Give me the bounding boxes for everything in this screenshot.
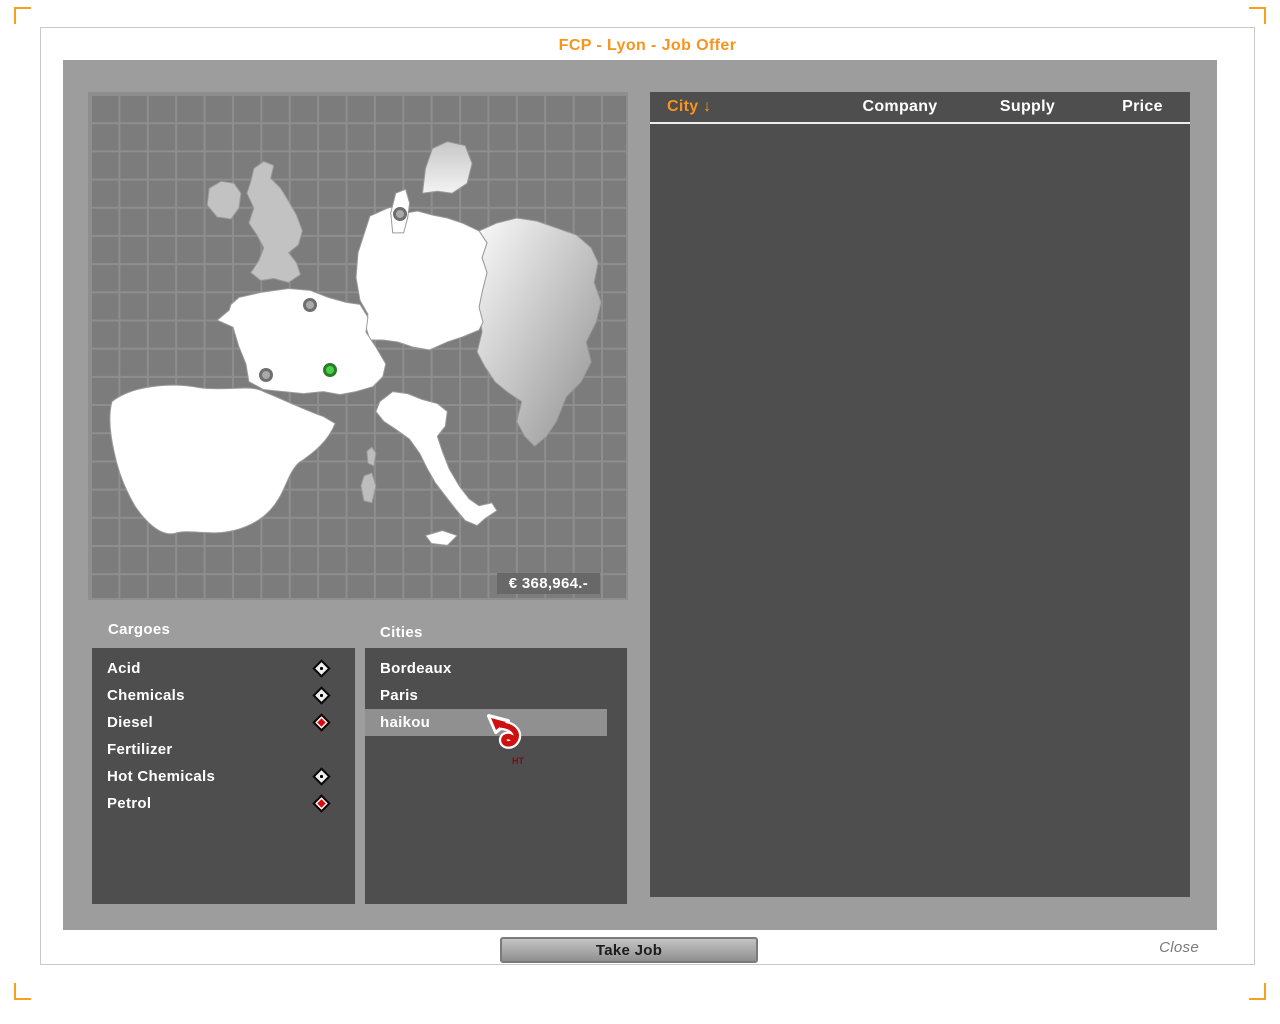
- europe-map-svg: [109, 141, 602, 546]
- column-header-price[interactable]: Price: [1095, 98, 1190, 116]
- city-marker[interactable]: [258, 367, 273, 382]
- corner-bracket-top-right: [1249, 7, 1266, 24]
- cargo-name: Acid: [107, 660, 141, 677]
- cargo-name: Fertilizer: [107, 741, 173, 758]
- island-corsica: [366, 446, 377, 467]
- job-table-header: City ↓ Company Supply Price: [650, 92, 1190, 124]
- column-header-city[interactable]: City ↓: [650, 98, 840, 116]
- close-button[interactable]: Close: [1159, 939, 1199, 956]
- column-header-company[interactable]: Company: [840, 98, 960, 116]
- europe-map: € 368,964.-: [88, 92, 628, 600]
- corner-bracket-bottom-right: [1249, 983, 1266, 1000]
- cargo-name: Hot Chemicals: [107, 768, 216, 785]
- cargo-name: Petrol: [107, 795, 152, 812]
- cargo-name: Chemicals: [107, 687, 185, 704]
- corner-bracket-bottom-left: [14, 983, 31, 1000]
- cargo-hazard-icon: [312, 686, 331, 705]
- cargoes-panel: Acid Chemicals Diesel Fertilizer Hot Che…: [92, 648, 355, 904]
- current-city-marker[interactable]: [323, 362, 338, 377]
- page: { "window": { "title": "FCP - Lyon - Job…: [0, 0, 1280, 1024]
- country-eastern-europe: [476, 217, 602, 447]
- city-row[interactable]: Bordeaux: [365, 655, 627, 682]
- cargo-row[interactable]: Petrol: [92, 790, 355, 817]
- city-row[interactable]: Paris: [365, 682, 627, 709]
- cargoes-label: Cargoes: [108, 621, 171, 638]
- cargo-row[interactable]: Acid: [92, 655, 355, 682]
- country-germany: [355, 204, 488, 351]
- island-sardinia: [360, 472, 377, 504]
- cities-panel: Bordeaux Paris haikou: [365, 648, 627, 904]
- money-display: € 368,964.-: [496, 573, 600, 594]
- city-marker[interactable]: [392, 206, 407, 221]
- cargo-hazard-icon: [312, 794, 331, 813]
- cargo-hazard-icon: [312, 659, 331, 678]
- city-name: haikou: [380, 714, 431, 731]
- outer-frame: FCP - Lyon - Job Offer € 368,964.- City …: [40, 27, 1255, 965]
- cargo-row[interactable]: Hot Chemicals: [92, 763, 355, 790]
- column-header-supply[interactable]: Supply: [960, 98, 1095, 116]
- cursor-label: HT: [512, 756, 524, 766]
- country-france: [216, 287, 387, 396]
- cargo-hazard-icon: [312, 713, 331, 732]
- country-great-britain: [246, 160, 303, 283]
- cities-label: Cities: [380, 624, 423, 641]
- country-scandinavia: [421, 141, 473, 194]
- city-name: Bordeaux: [380, 660, 452, 677]
- dialog-title: FCP - Lyon - Job Offer: [558, 37, 737, 54]
- job-table-panel: City ↓ Company Supply Price: [650, 92, 1190, 897]
- cargo-row[interactable]: Fertilizer: [92, 736, 355, 763]
- city-marker[interactable]: [303, 298, 318, 313]
- country-ireland: [206, 180, 242, 220]
- country-italy: [375, 391, 498, 527]
- job-offer-dialog: € 368,964.- City ↓ Company Supply Price …: [63, 60, 1217, 930]
- island-sicily: [424, 530, 458, 546]
- country-iberia: [109, 384, 336, 535]
- cargo-hazard-icon: [312, 767, 331, 786]
- cargo-row[interactable]: Chemicals: [92, 682, 355, 709]
- take-job-button[interactable]: Take Job: [500, 937, 758, 963]
- cargo-name: Diesel: [107, 714, 153, 731]
- corner-bracket-top-left: [14, 7, 31, 24]
- game-cursor: HT: [487, 714, 524, 766]
- city-name: Paris: [380, 687, 419, 704]
- cargo-row[interactable]: Diesel: [92, 709, 355, 736]
